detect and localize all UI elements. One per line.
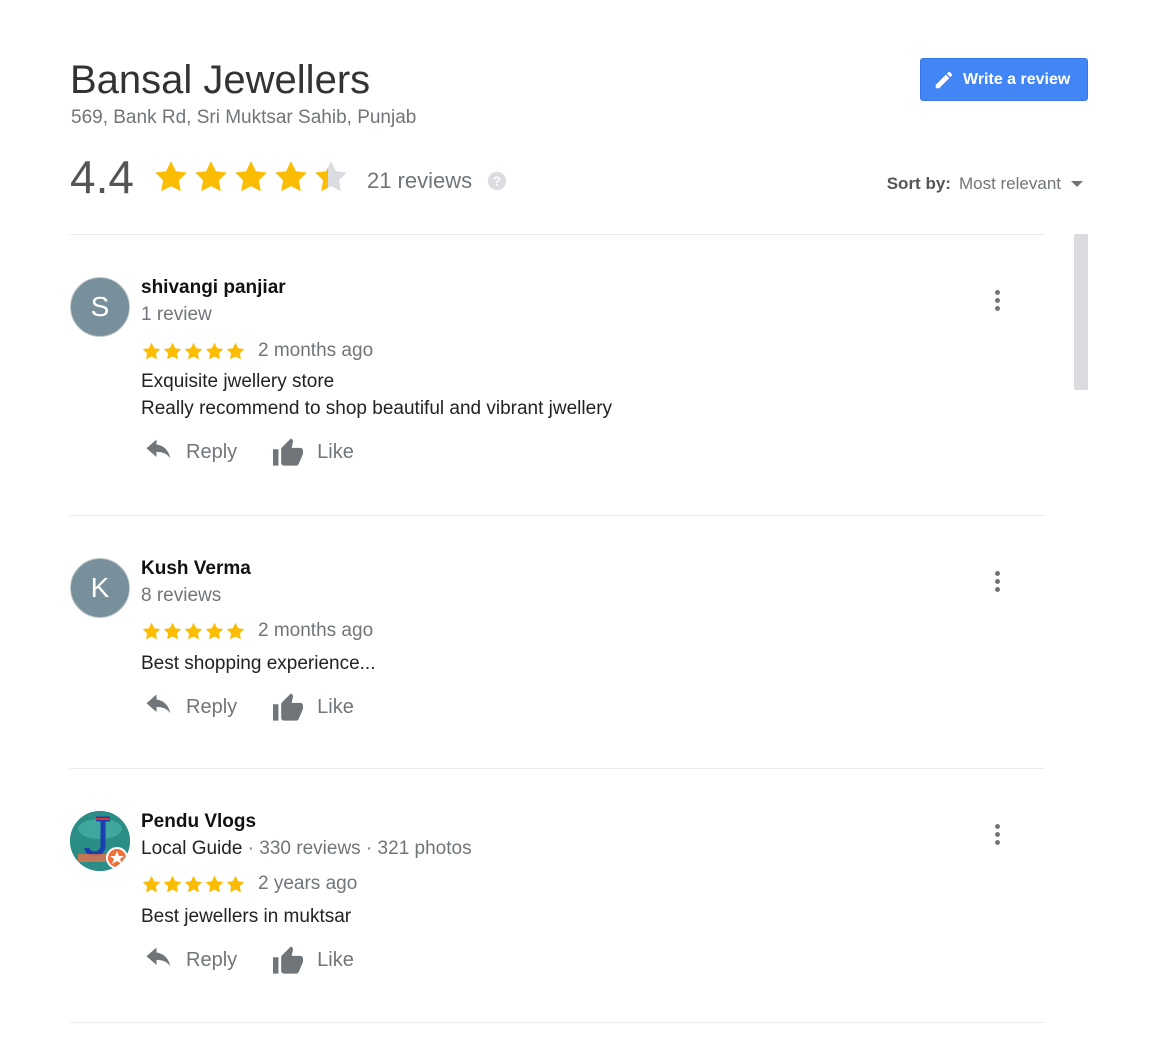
review-text-line: Exquisite jwellery store [141,371,335,392]
reply-icon [146,947,171,967]
star-icon [142,342,161,359]
reply-button[interactable]: Reply [144,694,237,720]
star-icon [163,622,182,639]
review-item: S shivangi panjiar 1 review 2 months ago… [70,277,1045,477]
avatar[interactable]: S [70,277,130,337]
like-label: Like [317,948,354,971]
avatar[interactable]: K [70,558,130,618]
help-icon[interactable]: ? [486,170,508,192]
reply-label: Reply [186,440,238,463]
review-count: 21 reviews [366,168,473,193]
star-icon [163,342,182,359]
thumbs-up-icon [273,438,304,466]
review-time: 2 years ago [258,873,358,894]
review-actions: Reply Like [144,692,354,722]
reviewer-name[interactable]: Kush Verma [141,558,251,580]
reply-button[interactable]: Reply [144,947,237,973]
review-stars [141,874,246,895]
review-text: Best jewellers in muktsar [141,903,351,930]
thumbs-up-icon [273,946,304,974]
review-text: Best shopping experience... [141,650,376,677]
star-icon [184,875,203,892]
review-actions: Reply Like [144,945,354,975]
sort-value: Most relevant [958,174,1061,193]
local-guide-label: Local Guide [141,838,243,859]
reply-button[interactable]: Reply [144,439,237,465]
star-icon [155,161,187,192]
reply-icon [146,694,171,714]
write-review-label: Write a review [963,70,1071,88]
like-button[interactable]: Like [271,945,354,975]
review-stars [141,621,246,642]
svg-text:?: ? [493,174,501,189]
star-icon [142,875,161,892]
review-text-line: Really recommend to shop beautiful and v… [141,398,613,419]
review-actions: Reply Like [144,437,354,467]
star-icon [205,342,224,359]
overall-rating: 4.4 21 reviews ? [70,150,508,204]
divider [70,768,1045,769]
star-icon [142,622,161,639]
divider [70,234,1045,235]
pencil-icon [933,69,955,91]
more-options-icon[interactable] [992,824,1002,848]
star-icon [226,342,245,359]
review-item: Pendu Vlogs Local Guide · 330 reviews · … [70,811,1045,991]
more-options-icon[interactable] [992,290,1002,314]
thumbs-up-icon [273,693,304,721]
reviewer-meta: Local Guide · 330 reviews · 321 photos [141,838,472,860]
like-button[interactable]: Like [271,437,354,467]
star-icon [184,622,203,639]
reviewer-name[interactable]: shivangi panjiar [141,277,286,299]
write-review-button[interactable]: Write a review [920,58,1088,101]
scrollbar[interactable] [1074,234,1088,390]
star-icon [275,161,307,192]
review-time: 2 months ago [258,620,374,641]
avatar[interactable] [70,811,130,871]
star-icon [195,161,227,192]
business-name: Bansal Jewellers [70,58,371,102]
star-icon [184,342,203,359]
review-item: K Kush Verma 8 reviews 2 months ago Best… [70,558,1045,738]
star-icon [226,622,245,639]
like-label: Like [317,440,354,463]
dropdown-caret-icon [1071,181,1083,187]
reply-label: Reply [186,695,238,718]
star-icon [315,161,347,192]
star-icon [205,875,224,892]
like-button[interactable]: Like [271,692,354,722]
review-text-line: Best jewellers in muktsar [141,906,352,927]
rating-score: 4.4 [70,151,134,203]
reviewer-stats: · 330 reviews · 321 photos [242,838,472,859]
divider [70,1022,1045,1023]
star-icon [163,875,182,892]
business-address: 569, Bank Rd, Sri Muktsar Sahib, Punjab [71,107,417,128]
reply-icon [146,439,171,459]
review-stars [141,341,246,362]
star-icon [226,875,245,892]
rating-stars [152,158,350,196]
sort-label: Sort by: [886,174,951,193]
review-time: 2 months ago [258,340,374,361]
like-label: Like [317,695,354,718]
reviewer-name[interactable]: Pendu Vlogs [141,811,256,833]
review-text-line: Best shopping experience... [141,653,376,674]
divider [70,515,1045,516]
review-text: Exquisite jwellery store Really recommen… [141,368,612,422]
avatar-photo [70,811,130,871]
reply-label: Reply [186,948,238,971]
reviewer-meta: 1 review [141,304,212,325]
sort-dropdown[interactable]: Sort by: Most relevant [887,174,1083,194]
reviewer-meta: 8 reviews [141,585,222,606]
star-icon [235,161,267,192]
star-icon [205,622,224,639]
more-options-icon[interactable] [992,571,1002,595]
